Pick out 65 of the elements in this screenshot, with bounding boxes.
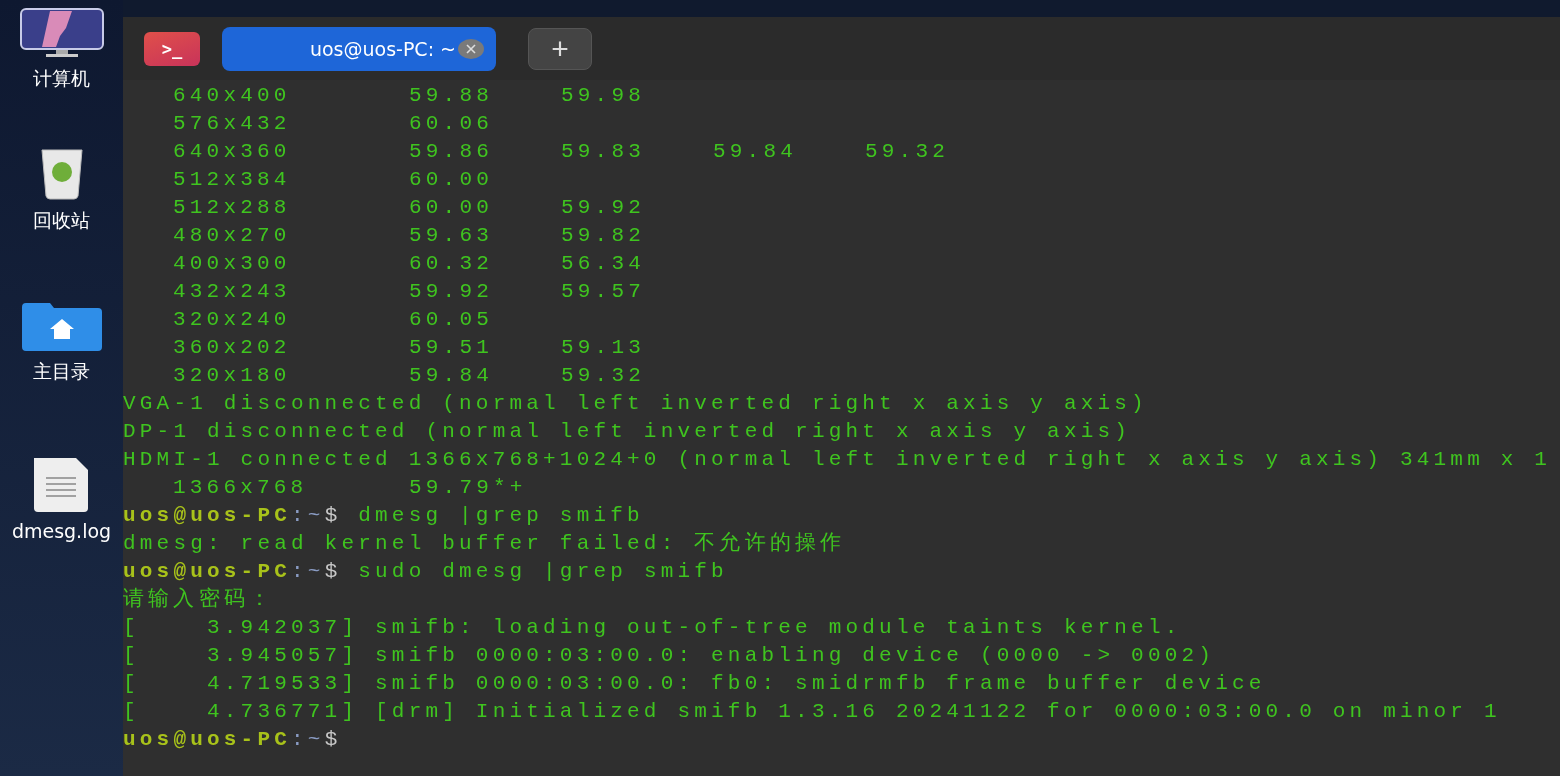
desktop-icon-label[interactable]: 回收站 xyxy=(33,208,90,234)
display-mode: 512x384 xyxy=(173,167,292,193)
terminal-output-line: [ 4.719533] smifb 0000:03:00.0: fb0: smidrmfb frame buffer device xyxy=(123,671,1266,697)
new-tab-button[interactable]: + xyxy=(528,27,592,70)
desktop-icon-label[interactable]: 主目录 xyxy=(33,359,90,385)
terminal-output-line: HDMI-1 connected 1366x768+1024+0 (normal left inverted right x axis y axis) 341mm x 1 xyxy=(123,447,1552,473)
refresh-rate: 59.84 xyxy=(713,139,798,165)
refresh-rate: 59.98 xyxy=(561,83,646,109)
prompt-symbol: $ xyxy=(324,503,342,529)
refresh-rate: 59.92 xyxy=(409,279,494,305)
prompt-user: uos@uos-PC xyxy=(123,559,292,585)
terminal-output-line: [ 3.942037] smifb: loading out-of-tree module taints kernel. xyxy=(123,615,1182,641)
refresh-rate: 59.79*+ xyxy=(409,475,528,501)
display-mode: 512x288 xyxy=(173,195,292,221)
prompt-path: :~ xyxy=(291,503,325,529)
display-mode: 320x180 xyxy=(173,363,292,389)
refresh-rate: 59.88 xyxy=(409,83,494,109)
display-mode: 576x432 xyxy=(173,111,292,137)
terminal-output-line: VGA-1 disconnected (normal left inverted right x axis y axis) xyxy=(123,391,1148,417)
desktop-icon-label[interactable]: 计算机 xyxy=(33,66,90,92)
terminal-output-line: [ 4.736771] [drm] Initialized smifb 1.3.16 20241122 for 0000:03:00.0 on minor 1 xyxy=(123,699,1501,725)
terminal-command: dmesg |grep smifb xyxy=(358,503,644,529)
display-mode: 432x243 xyxy=(173,279,292,305)
prompt-path: :~ xyxy=(291,559,325,585)
refresh-rate: 59.82 xyxy=(561,223,646,249)
prompt-symbol: $ xyxy=(324,727,342,753)
refresh-rate: 59.86 xyxy=(409,139,494,165)
prompt-user: uos@uos-PC xyxy=(123,727,292,753)
refresh-rate: 59.57 xyxy=(561,279,646,305)
refresh-rate: 59.63 xyxy=(409,223,494,249)
folder-icon[interactable] xyxy=(21,303,102,351)
refresh-rate: 60.05 xyxy=(409,307,494,333)
terminal-output-line: dmesg: read kernel buffer failed: 不允许的操作 xyxy=(123,531,846,557)
terminal-tab[interactable]: uos@uos-PC: ~ xyxy=(222,26,496,71)
close-icon[interactable] xyxy=(458,38,484,59)
terminal-app-button[interactable]: >_ xyxy=(144,31,200,66)
prompt-user: uos@uos-PC xyxy=(123,503,292,529)
desktop-icon-label[interactable]: dmesg.log xyxy=(11,520,112,542)
terminal-command: sudo dmesg |grep smifb xyxy=(358,559,728,585)
prompt-path: :~ xyxy=(291,727,325,753)
monitor-icon[interactable] xyxy=(19,8,104,58)
trash-icon[interactable] xyxy=(39,148,84,200)
refresh-rate: 60.00 xyxy=(409,195,494,221)
prompt-symbol: $ xyxy=(324,559,342,585)
display-mode: 480x270 xyxy=(173,223,292,249)
refresh-rate: 59.84 xyxy=(409,363,494,389)
display-mode: 320x240 xyxy=(173,307,292,333)
display-mode: 640x360 xyxy=(173,139,292,165)
refresh-rate: 60.32 xyxy=(409,251,494,277)
refresh-rate: 59.32 xyxy=(561,363,646,389)
refresh-rate: 60.00 xyxy=(409,167,494,193)
refresh-rate: 56.34 xyxy=(561,251,646,277)
refresh-rate: 59.13 xyxy=(561,335,646,361)
refresh-rate: 59.83 xyxy=(561,139,646,165)
refresh-rate: 60.06 xyxy=(409,111,494,137)
refresh-rate: 59.51 xyxy=(409,335,494,361)
terminal-output-line: [ 3.945057] smifb 0000:03:00.0: enabling device (0000 -> 0002) xyxy=(123,643,1216,669)
display-mode: 640x400 xyxy=(173,83,292,109)
display-mode: 1366x768 xyxy=(173,475,309,501)
refresh-rate: 59.32 xyxy=(865,139,950,165)
refresh-rate: 59.92 xyxy=(561,195,646,221)
terminal-output-line: DP-1 disconnected (normal left inverted right x axis y axis) xyxy=(123,419,1132,445)
display-mode: 400x300 xyxy=(173,251,292,277)
terminal-output-line: 请输入密码： xyxy=(123,586,275,613)
display-mode: 360x202 xyxy=(173,335,292,361)
